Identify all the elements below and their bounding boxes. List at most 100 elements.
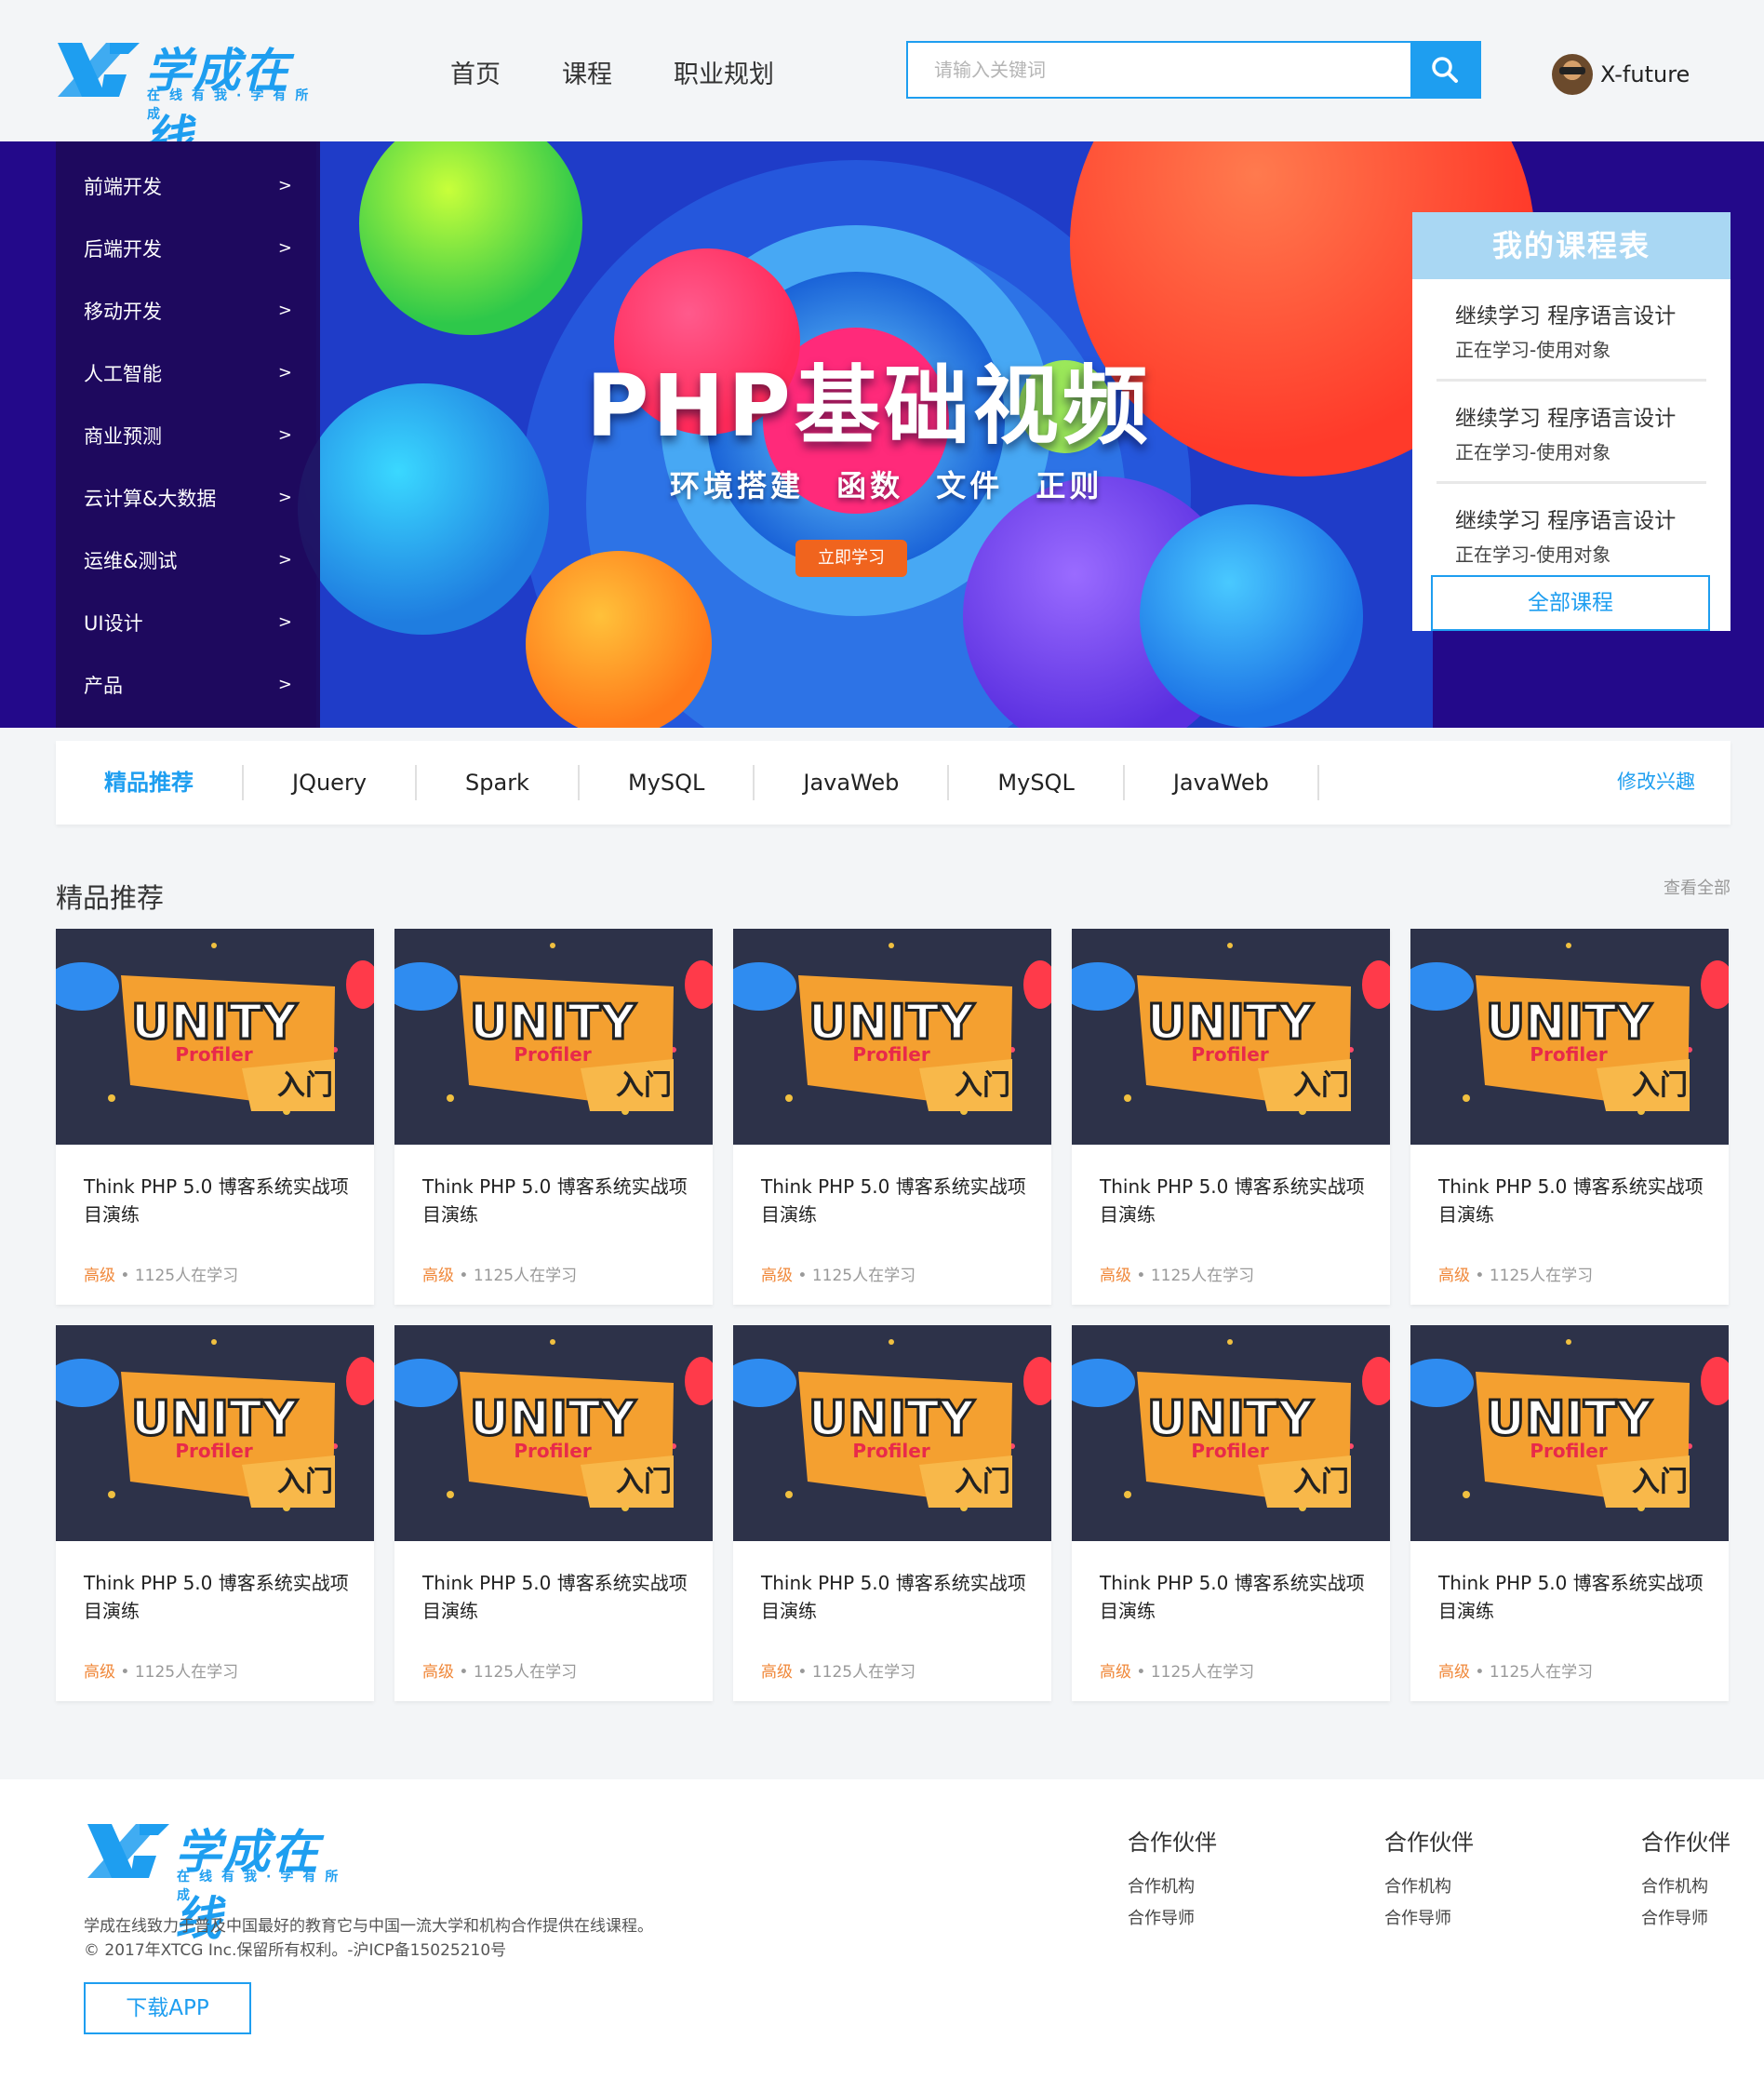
thumb-tag: Profiler: [1191, 1440, 1269, 1462]
course-title[interactable]: Think PHP 5.0 博客系统实战项目演练: [1100, 1173, 1370, 1228]
footer-link[interactable]: 合作导师: [1384, 1905, 1474, 1929]
course-meta: 高级 • 1125人在学习: [422, 1262, 577, 1285]
meta-separator: •: [1475, 1663, 1485, 1682]
nav-career[interactable]: 职业规划: [674, 54, 774, 90]
schedule-item[interactable]: 继续学习 程序语言设计 正在学习-使用对象: [1437, 484, 1706, 586]
footer-column: 合作伙伴 合作机构 合作导师: [1641, 1824, 1731, 1937]
course-card[interactable]: UNITY Profiler 入门 Think PHP 5.0 博客系统实战项目…: [733, 929, 1051, 1305]
course-card[interactable]: UNITY Profiler 入门 Think PHP 5.0 博客系统实战项目…: [733, 1325, 1051, 1701]
category-item-cloud[interactable]: 云计算&大数据 >: [56, 466, 320, 529]
footer-desc-line: 学成在线致力于普及中国最好的教育它与中国一流大学和机构合作提供在线课程。: [84, 1917, 653, 1936]
start-learning-button[interactable]: 立即学习: [795, 540, 907, 577]
view-all-link[interactable]: 查看全部: [1664, 875, 1731, 899]
tab-featured[interactable]: 精品推荐: [56, 765, 244, 800]
category-item-backend[interactable]: 后端开发 >: [56, 217, 320, 279]
course-thumbnail[interactable]: UNITY Profiler 入门: [56, 1325, 374, 1541]
course-thumbnail[interactable]: UNITY Profiler 入门: [56, 929, 374, 1145]
section-title: 精品推荐: [56, 882, 165, 914]
footer-logo[interactable]: 学成在线 在线有我·学有所成: [84, 1818, 363, 1946]
footer-link[interactable]: 合作机构: [1384, 1873, 1474, 1898]
meta-separator: •: [120, 1663, 130, 1682]
footer-copyright: © 2017年XTCG Inc.保留所有权利。-沪ICP备15025210号: [84, 1941, 507, 1960]
thumb-word: UNITY: [131, 1391, 299, 1447]
user-name[interactable]: X-future: [1600, 61, 1690, 87]
site-logo[interactable]: 学成在线 在线有我·学有所成: [54, 37, 333, 165]
footer-column: 合作伙伴 合作机构 合作导师: [1384, 1824, 1474, 1937]
schedule-title: 我的课程表: [1412, 212, 1731, 279]
edit-interests-link[interactable]: 修改兴趣: [1617, 767, 1695, 795]
category-item-ai[interactable]: 人工智能 >: [56, 342, 320, 404]
course-title[interactable]: Think PHP 5.0 博客系统实战项目演练: [1438, 1569, 1708, 1625]
course-title[interactable]: Think PHP 5.0 博客系统实战项目演练: [761, 1569, 1031, 1625]
course-thumbnail[interactable]: UNITY Profiler 入门: [394, 1325, 713, 1541]
category-item-ops[interactable]: 运维&测试 >: [56, 529, 320, 591]
course-level: 高级: [761, 1267, 793, 1285]
category-item-mobile[interactable]: 移动开发 >: [56, 279, 320, 342]
unity-logo-text: UNITY Profiler 入门: [468, 1390, 672, 1499]
category-item-frontend[interactable]: 前端开发 >: [56, 154, 320, 217]
schedule-status: 正在学习-使用对象: [1455, 543, 1611, 566]
course-card[interactable]: UNITY Profiler 入门 Think PHP 5.0 博客系统实战项目…: [56, 929, 374, 1305]
course-thumbnail[interactable]: UNITY Profiler 入门: [1410, 929, 1729, 1145]
meta-separator: •: [797, 1267, 808, 1285]
tab-spark[interactable]: Spark: [417, 765, 580, 800]
course-thumbnail[interactable]: UNITY Profiler 入门: [1072, 929, 1390, 1145]
meta-separator: •: [459, 1267, 469, 1285]
course-title[interactable]: Think PHP 5.0 博客系统实战项目演练: [84, 1173, 354, 1228]
course-title[interactable]: Think PHP 5.0 博客系统实战项目演练: [1100, 1569, 1370, 1625]
course-card[interactable]: UNITY Profiler 入门 Think PHP 5.0 博客系统实战项目…: [1410, 929, 1729, 1305]
course-card[interactable]: UNITY Profiler 入门 Think PHP 5.0 博客系统实战项目…: [1072, 1325, 1390, 1701]
course-thumbnail[interactable]: UNITY Profiler 入门: [1410, 1325, 1729, 1541]
course-level: 高级: [761, 1663, 793, 1682]
course-thumbnail[interactable]: UNITY Profiler 入门: [733, 1325, 1051, 1541]
course-title[interactable]: Think PHP 5.0 博客系统实战项目演练: [422, 1569, 692, 1625]
nav-home[interactable]: 首页: [450, 54, 501, 90]
tab-jquery[interactable]: JQuery: [244, 765, 418, 800]
nav-courses[interactable]: 课程: [562, 54, 612, 90]
thumb-tag: Profiler: [852, 1440, 930, 1462]
course-thumbnail[interactable]: UNITY Profiler 入门: [1072, 1325, 1390, 1541]
tab-mysql-2[interactable]: MySQL: [949, 765, 1125, 800]
course-card[interactable]: UNITY Profiler 入门 Think PHP 5.0 博客系统实战项目…: [1410, 1325, 1729, 1701]
course-title[interactable]: Think PHP 5.0 博客系统实战项目演练: [422, 1173, 692, 1228]
site-header: 学成在线 在线有我·学有所成 首页 课程 职业规划 X-future: [0, 0, 1764, 165]
course-card[interactable]: UNITY Profiler 入门 Think PHP 5.0 博客系统实战项目…: [394, 1325, 713, 1701]
chevron-right-icon: >: [277, 301, 292, 320]
course-card[interactable]: UNITY Profiler 入门 Think PHP 5.0 博客系统实战项目…: [56, 1325, 374, 1701]
tab-javaweb-2[interactable]: JavaWeb: [1125, 765, 1319, 800]
footer-link[interactable]: 合作导师: [1641, 1905, 1731, 1929]
category-item-product[interactable]: 产品 >: [56, 653, 320, 716]
chevron-right-icon: >: [277, 488, 292, 507]
tab-javaweb[interactable]: JavaWeb: [755, 765, 950, 800]
schedule-item[interactable]: 继续学习 程序语言设计 正在学习-使用对象: [1437, 382, 1706, 484]
unity-logo-text: UNITY Profiler 入门: [1145, 994, 1349, 1103]
course-title[interactable]: Think PHP 5.0 博客系统实战项目演练: [1438, 1173, 1708, 1228]
category-item-business[interactable]: 商业预测 >: [56, 404, 320, 466]
thumb-tag: Profiler: [175, 1440, 253, 1462]
interest-tabs: 精品推荐 JQuery Spark MySQL JavaWeb MySQL Ja…: [56, 741, 1731, 825]
course-thumbnail[interactable]: UNITY Profiler 入门: [394, 929, 713, 1145]
course-title[interactable]: Think PHP 5.0 博客系统实战项目演练: [761, 1173, 1031, 1228]
course-card[interactable]: UNITY Profiler 入门 Think PHP 5.0 博客系统实战项目…: [1072, 929, 1390, 1305]
footer-link[interactable]: 合作机构: [1641, 1873, 1731, 1898]
schedule-item[interactable]: 继续学习 程序语言设计 正在学习-使用对象: [1437, 279, 1706, 382]
download-app-button[interactable]: 下载APP: [84, 1982, 251, 2034]
footer-link[interactable]: 合作机构: [1128, 1873, 1217, 1898]
all-courses-button[interactable]: 全部课程: [1431, 575, 1710, 631]
category-label: 运维&测试: [84, 549, 178, 572]
search-input[interactable]: [908, 43, 1410, 97]
category-label: 云计算&大数据: [84, 487, 217, 510]
category-item-ui[interactable]: UI设计 >: [56, 591, 320, 653]
tab-mysql[interactable]: MySQL: [580, 765, 755, 800]
course-card[interactable]: UNITY Profiler 入门 Think PHP 5.0 博客系统实战项目…: [394, 929, 713, 1305]
avatar[interactable]: [1552, 54, 1593, 95]
user-profile[interactable]: X-future: [1552, 54, 1690, 95]
course-thumbnail[interactable]: UNITY Profiler 入门: [733, 929, 1051, 1145]
thumb-sub: 入门: [277, 1069, 333, 1102]
footer-link[interactable]: 合作导师: [1128, 1905, 1217, 1929]
unity-logo-text: UNITY Profiler 入门: [1145, 1390, 1349, 1499]
course-title[interactable]: Think PHP 5.0 博客系统实战项目演练: [84, 1569, 354, 1625]
search-button[interactable]: [1410, 43, 1479, 97]
unity-logo-text: UNITY Profiler 入门: [129, 1390, 333, 1499]
unity-logo-text: UNITY Profiler 入门: [129, 994, 333, 1103]
